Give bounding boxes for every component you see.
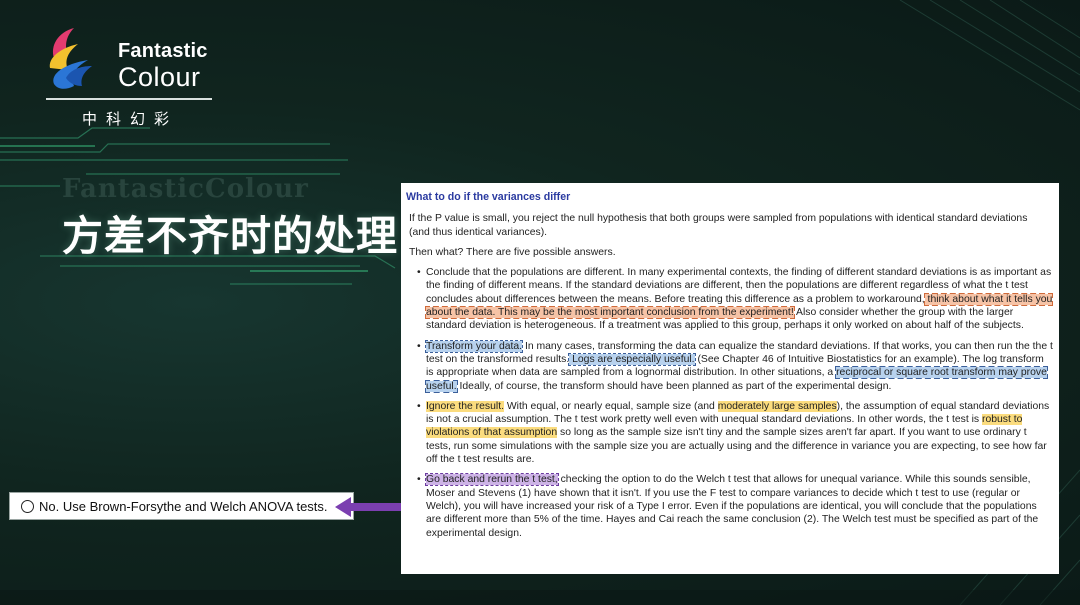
slide: Fantastic Colour 中科幻彩 FantasticColour 方差… [0, 0, 1080, 605]
question-paragraph: Then what? There are five possible answe… [409, 246, 616, 258]
logo-name-line1: Fantastic [118, 40, 208, 62]
answer-option[interactable]: No. Use Brown-Forsythe and Welch ANOVA t… [9, 492, 354, 520]
intro-paragraph: If the P value is small, you reject the … [409, 213, 1028, 238]
brand-logo: Fantastic Colour 中科幻彩 [44, 24, 216, 128]
ghost-watermark-text: FantasticColour [62, 174, 309, 204]
highlight-purple: Go back and rerun the t test, [425, 473, 559, 487]
list-item-transform: • Transform your data. In many cases, tra… [406, 339, 1053, 393]
answer-option-label: No. Use Brown-Forsythe and Welch ANOVA t… [39, 498, 328, 514]
list-item-rerun: • Go back and rerun the t test, checking … [406, 473, 1053, 539]
logo-name-line2: Colour [118, 62, 201, 92]
item-text: Ideally, of course, the transform should… [456, 380, 892, 392]
highlight-yellow: Ignore the result. [426, 400, 504, 412]
highlight-yellow: moderately large samples [717, 400, 837, 412]
logo-name-chinese: 中科幻彩 [82, 111, 179, 128]
bullet-icon: • [417, 474, 421, 486]
bullet-icon: • [417, 267, 421, 279]
bullet-icon: • [417, 340, 421, 352]
highlight-blue: Transform your data. [424, 339, 524, 353]
answer-list: • Conclude that the populations are diffe… [406, 266, 1054, 540]
list-item-ignore: • Ignore the result. With equal, or nearl… [406, 400, 1053, 466]
radio-icon[interactable] [21, 499, 34, 513]
logo-divider [46, 98, 212, 100]
document-excerpt: What to do if the variances differ If th… [401, 183, 1059, 574]
document-heading: What to do if the variances differ [406, 191, 571, 203]
slide-title: 方差不齐时的处理 [62, 213, 398, 259]
bullet-icon: • [417, 400, 421, 412]
item-text: With equal, or nearly equal, sample size… [503, 400, 718, 412]
list-item-conclude: • Conclude that the populations are diffe… [406, 266, 1054, 332]
highlight-blue: Logs are especially useful. [568, 352, 696, 366]
logo-mark-icon [49, 28, 92, 89]
